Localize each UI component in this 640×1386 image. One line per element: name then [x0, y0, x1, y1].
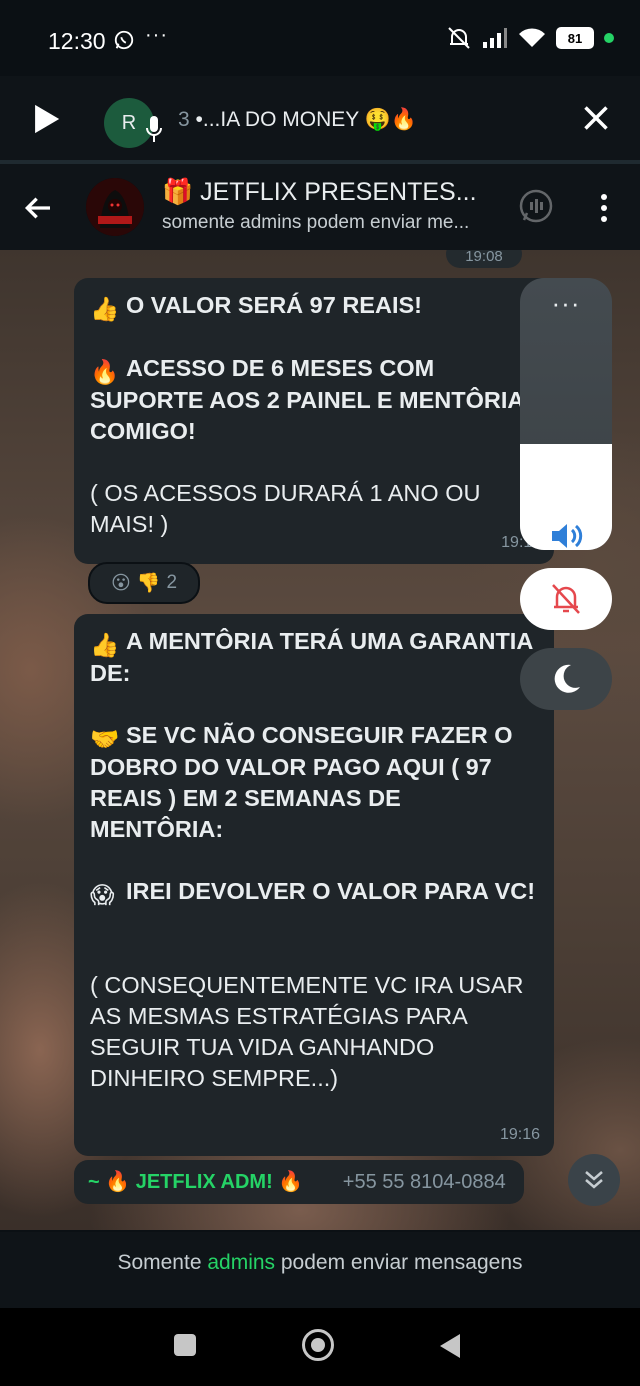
message-line: 🔥 ACESSO DE 6 MESES COM SUPORTE AOS 2 PAI… [90, 353, 538, 447]
sender-info-bar[interactable]: ~ 🔥 JETFLIX ADM! 🔥 +55 55 8104-0884 [74, 1160, 524, 1204]
status-time: 12:30 [48, 28, 106, 54]
more-notifications-icon: ··· [145, 24, 168, 46]
chat-area[interactable]: 19:08 👍 O VALOR SERÁ 97 REAIS! 🔥 ACESSO DE… [0, 250, 640, 1230]
timestamp-chip: 19:08 [446, 250, 522, 268]
double-chevron-down-icon [585, 1171, 603, 1189]
screaming-face-icon: 😱 [90, 882, 115, 908]
moon-icon [554, 664, 580, 693]
signal-icon [483, 28, 507, 48]
home-button[interactable] [302, 1329, 334, 1361]
thumbs-up-icon: 👍 [90, 632, 120, 658]
handshake-icon: 🤝 [90, 726, 120, 752]
message-line: 👍 A MENTÔRIA TERÁ UMA GARANTIA DE: [90, 626, 538, 689]
message-time: 19:16 [499, 1126, 540, 1143]
mute-notifications-icon [448, 27, 470, 49]
more-options-icon[interactable] [592, 192, 616, 224]
reactions-bar[interactable]: 😮 👎 2 [88, 562, 200, 604]
back-arrow-icon[interactable] [22, 192, 54, 224]
wifi-icon [519, 28, 545, 47]
thumbs-down-icon: 👎 [136, 573, 161, 594]
audio-count: 3 [178, 108, 190, 131]
play-icon[interactable] [28, 102, 62, 136]
microphone-icon [146, 116, 162, 142]
thumbs-up-icon: 👍 [90, 296, 120, 322]
close-icon[interactable] [582, 104, 610, 132]
message-line: ( OS ACESSOS DURARÁ 1 ANO OU MAIS! ) [90, 478, 538, 540]
audio-title: 3 •...IA DO MONEY 🤑🔥 [178, 108, 417, 132]
battery-indicator: 81 [556, 27, 594, 49]
message-text: O VALOR SERÁ 97 REAIS! [126, 292, 422, 318]
message-bubble[interactable]: 👍 A MENTÔRIA TERÁ UMA GARANTIA DE: 🤝 SE VC… [74, 614, 554, 1156]
nav-back-icon[interactable] [438, 1332, 462, 1360]
voice-chat-icon[interactable] [518, 188, 554, 224]
message-text: A MENTÔRIA TERÁ UMA GARANTIA DE: [90, 628, 533, 686]
message-text: ( CONSEQUENTEMENTE VC IRA USAR AS MESMAS… [90, 972, 524, 1091]
fire-icon: 🔥 [90, 359, 120, 385]
notice-admins-link[interactable]: admins [207, 1251, 275, 1274]
message-text: ACESSO DE 6 MESES COM SUPORTE AOS 2 PAIN… [90, 355, 524, 444]
sender-phone: +55 55 8104-0884 [342, 1171, 506, 1193]
message-line: ( CONSEQUENTEMENTE VC IRA USAR AS MESMAS… [90, 970, 538, 1094]
message-bubble[interactable]: 👍 O VALOR SERÁ 97 REAIS! 🔥 ACESSO DE 6 MES… [74, 278, 554, 564]
surprised-face-icon: 😮 [110, 572, 131, 594]
status-bar: 12:30 ··· 81 [0, 0, 640, 76]
chat-header: 🎁 JETFLIX PRESENTES... somente admins po… [0, 164, 640, 250]
message-text: SE VC NÃO CONSEGUIR FAZER O DOBRO DO VAL… [90, 722, 513, 842]
audio-title-text: •...IA DO MONEY 🤑🔥 [195, 108, 417, 131]
bell-off-icon [552, 584, 580, 614]
group-avatar[interactable] [86, 178, 144, 236]
speaker-icon [552, 524, 583, 548]
recents-button[interactable] [174, 1334, 196, 1356]
group-subtitle[interactable]: somente admins podem enviar me... [162, 212, 469, 234]
system-nav-bar [0, 1308, 640, 1386]
message-line: 🤝 SE VC NÃO CONSEGUIR FAZER O DOBRO DO VA… [90, 720, 538, 845]
reaction-count: 2 [166, 572, 178, 593]
message-line: 👍 O VALOR SERÁ 97 REAIS! [90, 290, 538, 322]
sender-prefix: ~ 🔥 [88, 1171, 131, 1193]
audio-player-bar[interactable]: R 3 •...IA DO MONEY 🤑🔥 [0, 76, 640, 164]
volume-slider[interactable]: ··· [520, 278, 612, 550]
do-not-disturb-button[interactable] [520, 648, 612, 710]
volume-options-icon[interactable]: ··· [520, 290, 612, 316]
status-icons: 81 [446, 26, 614, 50]
message-text: ( OS ACESSOS DURARÁ 1 ANO OU MAIS! ) [90, 480, 481, 537]
message-text: IREI DEVOLVER O VALOR PARA VC! [126, 878, 536, 904]
message-line: 😱 IREI DEVOLVER O VALOR PARA VC! [90, 876, 538, 908]
notice-text-before: Somente [117, 1251, 208, 1274]
notice-text-after: podem enviar mensagens [275, 1251, 523, 1274]
group-title[interactable]: 🎁 JETFLIX PRESENTES... [162, 178, 477, 207]
hooded-figure-icon [86, 178, 144, 236]
sender-name[interactable]: JETFLIX ADM! 🔥 [136, 1171, 304, 1193]
mute-ringer-button[interactable] [520, 568, 612, 630]
scroll-to-bottom-button[interactable] [568, 1154, 620, 1206]
admins-only-notice: Somente admins podem enviar mensagens [0, 1232, 640, 1308]
privacy-dot-icon [604, 33, 614, 43]
whatsapp-icon [114, 30, 134, 50]
